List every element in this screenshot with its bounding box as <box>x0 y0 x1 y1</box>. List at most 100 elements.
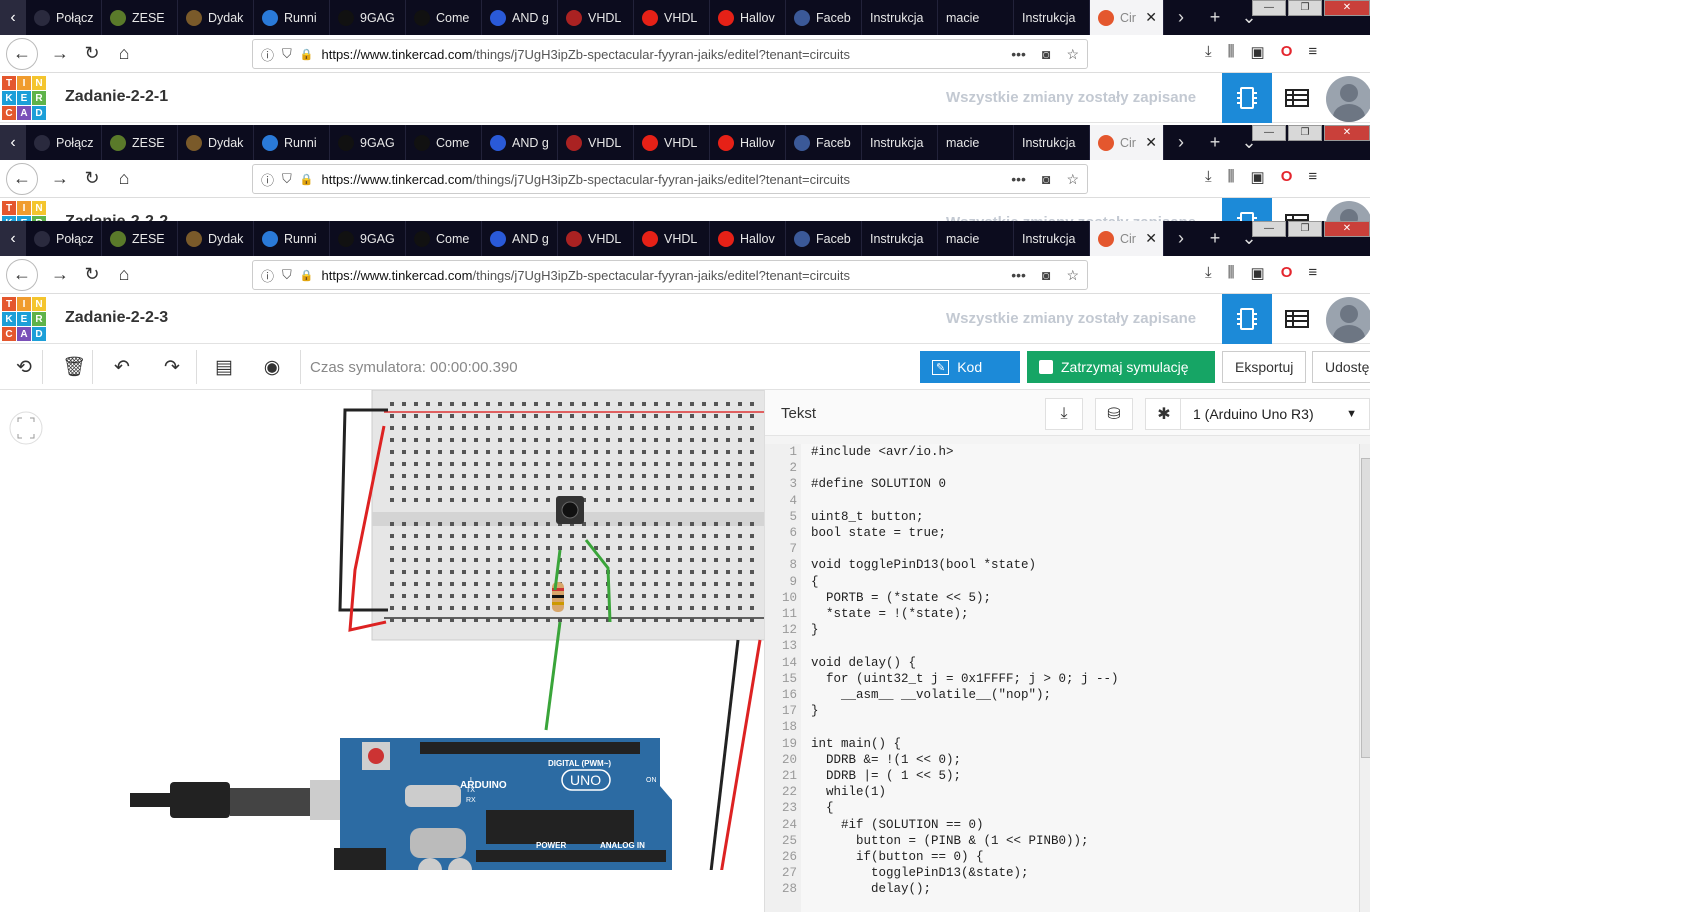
download-code-icon[interactable]: ⤓ <box>1045 398 1083 430</box>
browser-tab[interactable]: VHDL <box>558 0 634 35</box>
device-select[interactable]: 1 (Arduino Uno R3) ▼ <box>1180 398 1370 430</box>
url-bar[interactable]: ⓘ ⛉ 🔒 https://www.tinkercad.com/things/j7Ug… <box>252 164 1088 194</box>
circuit-view-button[interactable] <box>1222 198 1272 221</box>
back-icon[interactable]: ← <box>6 258 38 291</box>
project-title[interactable]: Zadanie-2-2-2 <box>65 213 168 221</box>
tinkercad-logo[interactable]: TIN KER CAD <box>2 297 46 341</box>
forward-icon[interactable]: → <box>44 259 76 291</box>
browser-tab[interactable]: VHDL <box>634 0 710 35</box>
bookmark-star-icon[interactable]: ☆ <box>1066 267 1079 284</box>
circuit-canvas[interactable]: ARDUINO UNO DIGITAL (PWM~) POWER ANALOG IN ON… <box>0 390 764 912</box>
code-button[interactable]: ✎ Kod <box>920 351 1020 383</box>
close-tab-icon[interactable]: ✕ <box>1145 230 1157 247</box>
browser-tab[interactable]: VHDL <box>558 221 634 256</box>
bookmark-star-icon[interactable]: ☆ <box>1066 171 1079 188</box>
pushbutton[interactable] <box>556 496 584 524</box>
close-window-button[interactable]: ✕ <box>1324 221 1370 237</box>
reload-icon[interactable]: ↻ <box>76 163 108 195</box>
maximize-button[interactable]: ❐ <box>1288 0 1322 16</box>
browser-tab[interactable]: Hallov <box>710 125 786 160</box>
pocket-icon[interactable]: ◙ <box>1042 267 1050 284</box>
shield-icon[interactable]: ⛉ <box>282 267 292 283</box>
browser-tab[interactable]: Faceb <box>786 221 862 256</box>
notes-icon[interactable]: ▤ <box>210 354 238 380</box>
library-icon[interactable]: ⫼ <box>1228 264 1235 282</box>
browser-tab[interactable]: Dydak <box>178 125 254 160</box>
browser-tab[interactable]: Runni <box>254 221 330 256</box>
sidebar-icon[interactable]: ▣ <box>1251 264 1265 282</box>
new-tab-icon[interactable]: + <box>1198 7 1232 28</box>
tab-scroll-left-icon[interactable]: ‹ <box>0 0 26 35</box>
tab-scroll-left-icon[interactable]: ‹ <box>0 221 26 256</box>
code-editor[interactable]: 1 2 3 4 5 6 7 8 9 10 11 12 13 14 15 16 17 18 19 20 21 22 23 24 2… <box>765 444 1359 912</box>
sidebar-icon[interactable]: ▣ <box>1251 43 1265 61</box>
browser-tab[interactable]: Instrukcja <box>1014 0 1090 35</box>
minimize-button[interactable]: — <box>1252 0 1286 16</box>
browser-tab[interactable]: AND g <box>482 0 558 35</box>
opera-icon[interactable]: O <box>1281 264 1293 282</box>
avatar[interactable] <box>1326 297 1370 343</box>
component-list-button[interactable] <box>1272 73 1322 123</box>
browser-tab[interactable]: ZESE <box>102 0 178 35</box>
home-icon[interactable]: ⌂ <box>108 38 140 70</box>
close-window-button[interactable]: ✕ <box>1324 125 1370 141</box>
browser-tab[interactable]: Instrukcja <box>862 125 938 160</box>
delete-icon[interactable]: 🗑 <box>60 354 88 380</box>
home-icon[interactable]: ⌂ <box>108 259 140 291</box>
back-icon[interactable]: ← <box>6 37 38 70</box>
tab-scroll-right-icon[interactable]: › <box>1164 132 1198 153</box>
tab-scroll-left-icon[interactable]: ‹ <box>0 125 26 160</box>
pocket-icon[interactable]: ◙ <box>1042 46 1050 63</box>
component-list-button[interactable] <box>1272 294 1322 344</box>
download-icon[interactable]: ⤓ <box>1205 43 1212 61</box>
url-bar[interactable]: ⓘ ⛉ 🔒 https://www.tinkercad.com/things/j7Ug… <box>252 39 1088 69</box>
close-tab-icon[interactable]: ✕ <box>1145 9 1157 26</box>
circuit-view-button[interactable] <box>1222 294 1272 344</box>
library-icon[interactable]: ⫼ <box>1228 168 1235 186</box>
browser-tab[interactable]: Cir ✕ <box>1090 125 1164 160</box>
forward-icon[interactable]: → <box>44 163 76 195</box>
code-scrollbar[interactable] <box>1359 444 1370 912</box>
bookmark-star-icon[interactable]: ☆ <box>1066 46 1079 63</box>
browser-tab[interactable]: AND g <box>482 221 558 256</box>
browser-tab[interactable]: ZESE <box>102 221 178 256</box>
project-title[interactable]: Zadanie-2-2-3 <box>65 309 168 327</box>
info-icon[interactable]: ⓘ <box>261 45 274 64</box>
code-mode-label[interactable]: Tekst <box>781 405 816 422</box>
shield-icon[interactable]: ⛉ <box>282 46 292 62</box>
visibility-icon[interactable]: ◉ <box>258 354 286 380</box>
browser-tab[interactable]: Faceb <box>786 125 862 160</box>
close-tab-icon[interactable]: ✕ <box>1145 134 1157 151</box>
reload-icon[interactable]: ↻ <box>76 38 108 70</box>
close-window-button[interactable]: ✕ <box>1324 0 1370 16</box>
home-icon[interactable]: ⌂ <box>108 163 140 195</box>
usb-cable[interactable] <box>130 780 340 820</box>
browser-tab[interactable]: Instrukcja <box>862 0 938 35</box>
tinkercad-logo[interactable]: TIN KER CAD <box>2 76 46 120</box>
more-icon[interactable]: ••• <box>1011 267 1026 284</box>
project-title[interactable]: Zadanie-2-2-1 <box>65 88 168 106</box>
resistor[interactable] <box>552 582 564 612</box>
browser-tab[interactable]: Dydak <box>178 0 254 35</box>
power-jack[interactable] <box>334 848 386 888</box>
menu-icon[interactable]: ≡ <box>1308 264 1317 282</box>
minimize-button[interactable]: — <box>1252 221 1286 237</box>
browser-tab[interactable]: Come <box>406 0 482 35</box>
url-bar[interactable]: ⓘ ⛉ 🔒 https://www.tinkercad.com/things/j7Ug… <box>252 260 1088 290</box>
browser-tab[interactable]: macie <box>938 125 1014 160</box>
more-icon[interactable]: ••• <box>1011 171 1026 188</box>
download-icon[interactable]: ⤓ <box>1205 168 1212 186</box>
share-button[interactable]: Udostępnij <box>1312 351 1370 383</box>
browser-tab[interactable]: Runni <box>254 125 330 160</box>
browser-tab[interactable]: macie <box>938 221 1014 256</box>
browser-tab[interactable]: VHDL <box>634 125 710 160</box>
undo-icon[interactable]: ↶ <box>108 354 136 380</box>
opera-icon[interactable]: O <box>1281 43 1293 61</box>
tab-scroll-right-icon[interactable]: › <box>1164 7 1198 28</box>
avatar[interactable] <box>1326 201 1370 221</box>
browser-tab[interactable]: ZESE <box>102 125 178 160</box>
forward-icon[interactable]: → <box>44 38 76 70</box>
info-icon[interactable]: ⓘ <box>261 170 274 189</box>
browser-tab[interactable]: Come <box>406 221 482 256</box>
maximize-button[interactable]: ❐ <box>1288 221 1322 237</box>
